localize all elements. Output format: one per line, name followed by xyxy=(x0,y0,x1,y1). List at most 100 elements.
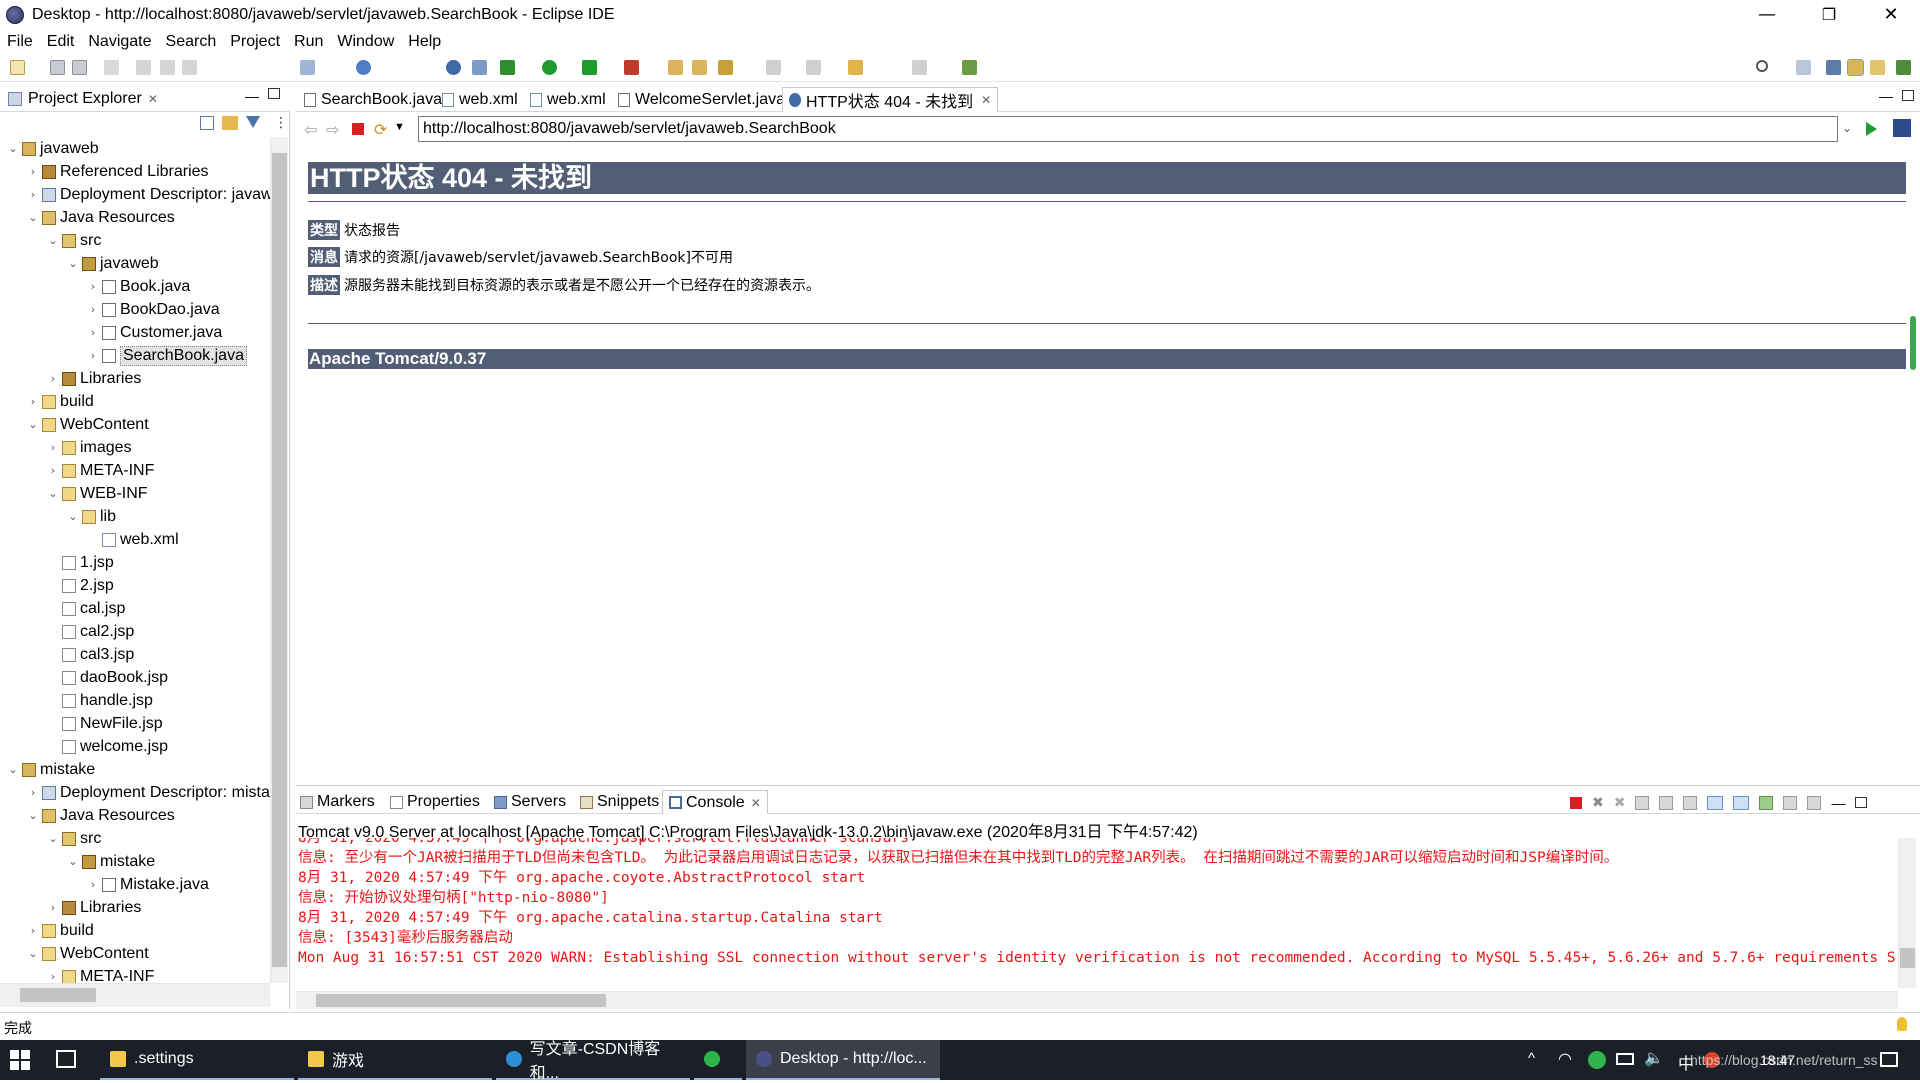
minimize-button[interactable]: — xyxy=(1738,0,1796,30)
next-annotation-icon[interactable] xyxy=(766,60,781,75)
tree-item[interactable]: › Referenced Libraries xyxy=(26,160,209,183)
tree-item[interactable]: ⌄ WebContent xyxy=(26,942,148,965)
tab-console[interactable]: Console ✕ xyxy=(662,790,768,814)
browser-stop-icon[interactable] xyxy=(352,123,364,135)
tree-item[interactable]: ⌄ lib xyxy=(66,505,116,528)
debug-perspective-icon[interactable] xyxy=(1896,60,1911,75)
taskbar-item[interactable]: 游戏 xyxy=(298,1040,492,1080)
collapsed-twisty-icon[interactable]: › xyxy=(86,878,100,891)
wechat-tray-icon[interactable] xyxy=(1588,1051,1606,1069)
expanded-twisty-icon[interactable]: ⌄ xyxy=(66,510,80,523)
console-scroll-thumb[interactable] xyxy=(1900,948,1915,968)
battery-icon[interactable] xyxy=(1616,1053,1634,1065)
taskbar-item[interactable]: Desktop - http://loc... xyxy=(746,1040,940,1080)
tree-item[interactable]: cal3.jsp xyxy=(46,643,134,666)
tree-item[interactable]: 2.jsp xyxy=(46,574,114,597)
resource-perspective-icon[interactable] xyxy=(1847,59,1864,76)
collapsed-twisty-icon[interactable]: › xyxy=(46,441,60,454)
collapsed-twisty-icon[interactable]: › xyxy=(86,303,100,316)
pin-console-icon[interactable] xyxy=(1759,795,1774,810)
new-server-icon[interactable] xyxy=(356,60,371,75)
collapsed-twisty-icon[interactable]: › xyxy=(26,188,40,201)
expanded-twisty-icon[interactable]: ⌄ xyxy=(26,211,40,224)
word-wrap-icon[interactable] xyxy=(1683,795,1698,810)
tip-icon[interactable] xyxy=(1897,1017,1907,1031)
expanded-twisty-icon[interactable]: ⌄ xyxy=(46,832,60,845)
terminate-icon[interactable] xyxy=(1570,796,1582,809)
tree-item[interactable]: › images xyxy=(46,436,132,459)
tree-hscroll-thumb[interactable] xyxy=(20,988,96,1002)
page-scroll-indicator[interactable] xyxy=(1910,316,1916,370)
browser-url-input[interactable]: http://localhost:8080/javaweb/servlet/ja… xyxy=(418,116,1838,142)
view-menu-icon[interactable]: ⋮ xyxy=(274,114,288,131)
scroll-lock-icon[interactable] xyxy=(1659,795,1674,810)
debug-icon[interactable] xyxy=(500,60,515,75)
save-icon[interactable] xyxy=(50,60,65,75)
minimize-editor-icon[interactable]: — xyxy=(1879,88,1893,104)
web-browser-icon[interactable] xyxy=(446,60,461,75)
collapsed-twisty-icon[interactable]: › xyxy=(26,786,40,799)
tab-project-explorer[interactable]: Project Explorer ✕ xyxy=(2,86,166,112)
back-icon[interactable] xyxy=(848,60,863,75)
editor-tab[interactable]: SearchBook.java xyxy=(298,87,448,112)
server-icon[interactable] xyxy=(472,60,487,75)
collapsed-twisty-icon[interactable]: › xyxy=(26,395,40,408)
taskbar-item[interactable]: 写文章-CSDN博客 和... xyxy=(496,1040,690,1082)
tree-item[interactable]: daoBook.jsp xyxy=(46,666,168,689)
tree-item[interactable]: ⌄ javaweb xyxy=(66,252,158,275)
console-horizontal-scrollbar[interactable] xyxy=(296,991,1898,1009)
minimize-console-icon[interactable]: — xyxy=(1831,795,1845,811)
java-ee-perspective-icon[interactable] xyxy=(1826,60,1841,75)
collapsed-twisty-icon[interactable]: › xyxy=(86,280,100,293)
close-tab-icon[interactable]: ✕ xyxy=(751,796,761,810)
collapsed-twisty-icon[interactable]: › xyxy=(46,464,60,477)
tree-item[interactable]: welcome.jsp xyxy=(46,735,168,758)
filter-icon[interactable] xyxy=(246,116,260,128)
browser-refresh-icon[interactable]: ⟳ xyxy=(374,120,387,140)
maximize-view-icon[interactable] xyxy=(268,88,280,99)
menu-search[interactable]: Search xyxy=(159,33,224,51)
tree-item[interactable]: ⌄ Java Resources xyxy=(26,206,174,229)
link-with-editor-icon[interactable] xyxy=(222,116,238,130)
team-perspective-icon[interactable] xyxy=(1870,60,1885,75)
close-tab-icon[interactable]: ✕ xyxy=(148,92,158,106)
open-folder-icon[interactable] xyxy=(668,60,683,75)
open-type-icon[interactable] xyxy=(300,60,315,75)
tab-snippets[interactable]: Snippets xyxy=(580,790,659,814)
tree-item[interactable]: ⌄ mistake xyxy=(6,758,95,781)
tree-item[interactable]: › Libraries xyxy=(46,367,142,390)
open-perspective-icon[interactable] xyxy=(1796,60,1811,75)
tree-item[interactable]: web.xml xyxy=(86,528,179,551)
tree-item[interactable]: ⌄ src xyxy=(46,827,101,850)
tree-item[interactable]: ⌄ mistake xyxy=(66,850,155,873)
editor-tab[interactable]: WelcomeServlet.java xyxy=(612,87,791,112)
menu-project[interactable]: Project xyxy=(223,33,287,51)
tree-item[interactable]: › Book.java xyxy=(86,275,190,298)
clock[interactable]: 18:47 xyxy=(1760,1052,1795,1068)
maximize-console-icon[interactable] xyxy=(1855,797,1868,808)
collapsed-twisty-icon[interactable]: › xyxy=(46,372,60,385)
close-tab-icon[interactable]: ✕ xyxy=(981,93,991,107)
go-icon[interactable] xyxy=(1866,122,1877,136)
expanded-twisty-icon[interactable]: ⌄ xyxy=(66,855,80,868)
tree-item[interactable]: ⌄ src xyxy=(46,229,101,252)
annotation-icon[interactable] xyxy=(718,60,733,75)
expanded-twisty-icon[interactable]: ⌄ xyxy=(46,234,60,247)
start-icon[interactable] xyxy=(10,1050,30,1070)
tray-expand-icon[interactable]: ^ xyxy=(1528,1050,1535,1067)
maximize-editor-icon[interactable] xyxy=(1902,90,1914,101)
coverage-icon[interactable] xyxy=(582,60,597,75)
open-console-icon[interactable] xyxy=(1807,795,1822,810)
skip-breakpoints-icon[interactable] xyxy=(104,60,119,75)
menu-run[interactable]: Run xyxy=(287,33,330,51)
minimize-view-icon[interactable]: — xyxy=(245,88,259,104)
suspend-icon[interactable] xyxy=(160,60,175,75)
expanded-twisty-icon[interactable]: ⌄ xyxy=(6,763,20,776)
tree-item[interactable]: cal2.jsp xyxy=(46,620,134,643)
expanded-twisty-icon[interactable]: ⌄ xyxy=(26,809,40,822)
menu-navigate[interactable]: Navigate xyxy=(81,33,158,51)
tree-item[interactable]: › Deployment Descriptor: mistake xyxy=(26,781,270,804)
clear-console-icon[interactable] xyxy=(1635,795,1650,810)
tree-scroll-thumb[interactable] xyxy=(272,153,287,967)
resume-icon[interactable] xyxy=(136,60,151,75)
